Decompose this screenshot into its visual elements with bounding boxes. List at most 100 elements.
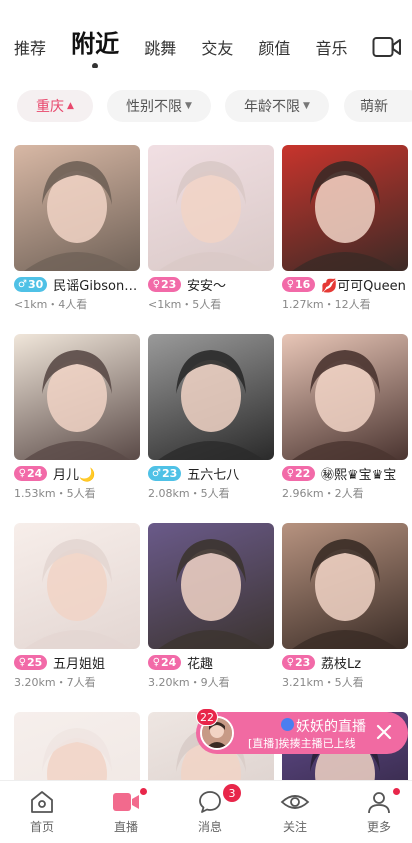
streamer-card[interactable]: ♂ 23 五六七八 2.08km・5人看 bbox=[148, 334, 274, 504]
streamer-photo bbox=[282, 523, 408, 649]
tab-nearby[interactable]: 附近 bbox=[71, 24, 119, 68]
city-filter-label: 重庆 bbox=[36, 99, 65, 115]
female-symbol-icon: ♀ bbox=[18, 467, 26, 479]
nav-home[interactable]: 首页 bbox=[12, 789, 72, 839]
video-camera-icon[interactable] bbox=[372, 35, 402, 59]
nav-messages[interactable]: 消息 3 bbox=[180, 784, 241, 839]
streamer-info: ♀ 24 花趣 bbox=[148, 654, 274, 672]
distance-viewers: 1.27km・12人看 bbox=[282, 298, 371, 311]
female-age-badge: ♀ 23 bbox=[148, 276, 181, 292]
portrait-image bbox=[24, 161, 130, 271]
streamer-name: 五六七八 bbox=[187, 467, 240, 483]
streamer-card[interactable]: ♀ 25 五月姐姐 3.20km・7人看 bbox=[14, 523, 140, 693]
age-value: 23 bbox=[295, 655, 311, 669]
newbie-filter[interactable]: 萌新 bbox=[344, 90, 412, 122]
tab-recommend[interactable]: 推荐 bbox=[14, 35, 46, 59]
streamer-card[interactable]: ♂ 30 民谣Gibson🎸 <1km・4人看 bbox=[14, 145, 140, 315]
gem-icon bbox=[281, 718, 294, 731]
city-filter[interactable]: 重庆 ▲ bbox=[17, 90, 93, 122]
female-symbol-icon: ♀ bbox=[152, 656, 160, 668]
distance-viewers: <1km・5人看 bbox=[148, 298, 222, 311]
streamer-card[interactable]: ♀ 22 ㊙熙♛宝♛宝 2.96km・2人看 bbox=[282, 334, 408, 504]
caret-down-icon: ▼ bbox=[303, 101, 310, 111]
eye-icon bbox=[280, 795, 310, 809]
age-value: 16 bbox=[295, 277, 311, 291]
streamer-name: 民谣Gibson🎸 bbox=[53, 278, 140, 294]
female-symbol-icon: ♀ bbox=[18, 656, 26, 668]
streamer-info: ♂ 30 民谣Gibson🎸 bbox=[14, 276, 140, 294]
streamer-grid: ♂ 30 民谣Gibson🎸 <1km・4人看 ♀ 23 安安～ <1km・5人看 ♀ 16 💋可可… bbox=[14, 145, 408, 780]
male-symbol-icon: ♂ bbox=[18, 278, 27, 290]
portrait-image bbox=[292, 350, 398, 460]
streamer-photo bbox=[282, 334, 408, 460]
nav-home-label: 首页 bbox=[29, 820, 54, 834]
female-age-badge: ♀ 23 bbox=[282, 654, 315, 670]
tab-music[interactable]: 音乐 bbox=[316, 35, 348, 59]
nav-messages-label: 消息 bbox=[197, 820, 222, 834]
distance-viewers: 2.96km・2人看 bbox=[282, 487, 364, 500]
female-age-badge: ♀ 22 bbox=[282, 465, 315, 481]
streamer-card[interactable]: ♀ 24 月儿🌙 1.53km・5人看 bbox=[14, 334, 140, 504]
streamer-card[interactable]: ♀ 24 花趣 3.20km・9人看 bbox=[148, 523, 274, 693]
caret-down-icon: ▼ bbox=[185, 101, 192, 111]
streamer-photo bbox=[14, 145, 140, 271]
distance-viewers: 3.20km・9人看 bbox=[148, 676, 230, 689]
message-icon bbox=[199, 791, 221, 813]
streamer-info: ♀ 23 荔枝Lz bbox=[282, 654, 408, 672]
female-age-badge: ♀ 24 bbox=[148, 654, 181, 670]
nav-live-label: 直播 bbox=[113, 820, 138, 834]
portrait-image bbox=[158, 539, 264, 649]
portrait-image bbox=[292, 539, 398, 649]
male-age-badge: ♂ 30 bbox=[14, 276, 48, 292]
close-icon[interactable] bbox=[374, 722, 394, 742]
streamer-photo bbox=[148, 523, 274, 649]
profile-icon bbox=[368, 792, 390, 814]
age-value: 22 bbox=[295, 466, 311, 480]
streamer-card[interactable]: ♀ 23 荔枝Lz 3.21km・5人看 bbox=[282, 523, 408, 693]
streamer-card[interactable]: ♀ 23 安安～ <1km・5人看 bbox=[148, 145, 274, 315]
female-symbol-icon: ♀ bbox=[286, 467, 294, 479]
age-filter[interactable]: 年龄不限 ▼ bbox=[225, 90, 329, 122]
viewer-count-badge: 22 bbox=[196, 708, 218, 726]
female-age-badge: ♀ 24 bbox=[14, 465, 47, 481]
distance-viewers: <1km・4人看 bbox=[14, 298, 88, 311]
live-notification-popup[interactable]: 22 妖妖的直播间 [直播]挨揍主播已上线 bbox=[196, 708, 408, 754]
tab-dance[interactable]: 跳舞 bbox=[144, 35, 176, 59]
unread-count-badge: 3 bbox=[223, 784, 241, 802]
age-value: 25 bbox=[27, 655, 43, 669]
portrait-image bbox=[24, 350, 130, 460]
nav-follow-label: 关注 bbox=[282, 820, 307, 834]
streamer-info: ♀ 24 月儿🌙 bbox=[14, 465, 140, 483]
tab-friends[interactable]: 交友 bbox=[201, 35, 233, 59]
nav-more[interactable]: 更多 bbox=[349, 788, 409, 839]
tab-looks[interactable]: 颜值 bbox=[258, 35, 290, 59]
gender-filter-label: 性别不限 bbox=[126, 99, 183, 115]
age-filter-label: 年龄不限 bbox=[244, 99, 301, 115]
streamer-name: 安安～ bbox=[187, 278, 227, 294]
streamer-photo bbox=[14, 712, 140, 780]
portrait-image bbox=[158, 161, 264, 271]
streamer-photo bbox=[148, 334, 274, 460]
live-title: 妖妖的直播间 bbox=[296, 719, 366, 735]
streamer-info: ♀ 22 ㊙熙♛宝♛宝 bbox=[282, 465, 408, 483]
newbie-filter-label: 萌新 bbox=[360, 99, 388, 115]
male-symbol-icon: ♂ bbox=[152, 467, 161, 479]
age-value: 30 bbox=[27, 277, 44, 291]
portrait-image bbox=[42, 728, 112, 780]
notification-dot bbox=[393, 788, 400, 795]
nav-follow[interactable]: 关注 bbox=[265, 789, 325, 839]
streamer-name: 月儿🌙 bbox=[53, 467, 96, 483]
distance-viewers: 3.20km・7人看 bbox=[14, 676, 96, 689]
streamer-name: 荔枝Lz bbox=[321, 656, 362, 672]
portrait-image bbox=[292, 161, 398, 271]
streamer-card[interactable]: ♀ 16 💋可可Queen 1.27km・12人看 bbox=[282, 145, 408, 315]
female-symbol-icon: ♀ bbox=[152, 278, 160, 290]
portrait-image bbox=[158, 350, 264, 460]
nav-live[interactable]: 直播 bbox=[96, 788, 156, 839]
streamer-photo bbox=[282, 145, 408, 271]
streamer-photo bbox=[14, 523, 140, 649]
active-tab-indicator bbox=[92, 63, 99, 68]
streamer-info: ♀ 25 五月姐姐 bbox=[14, 654, 140, 672]
gender-filter[interactable]: 性别不限 ▼ bbox=[107, 90, 211, 122]
streamer-card[interactable] bbox=[14, 712, 140, 780]
